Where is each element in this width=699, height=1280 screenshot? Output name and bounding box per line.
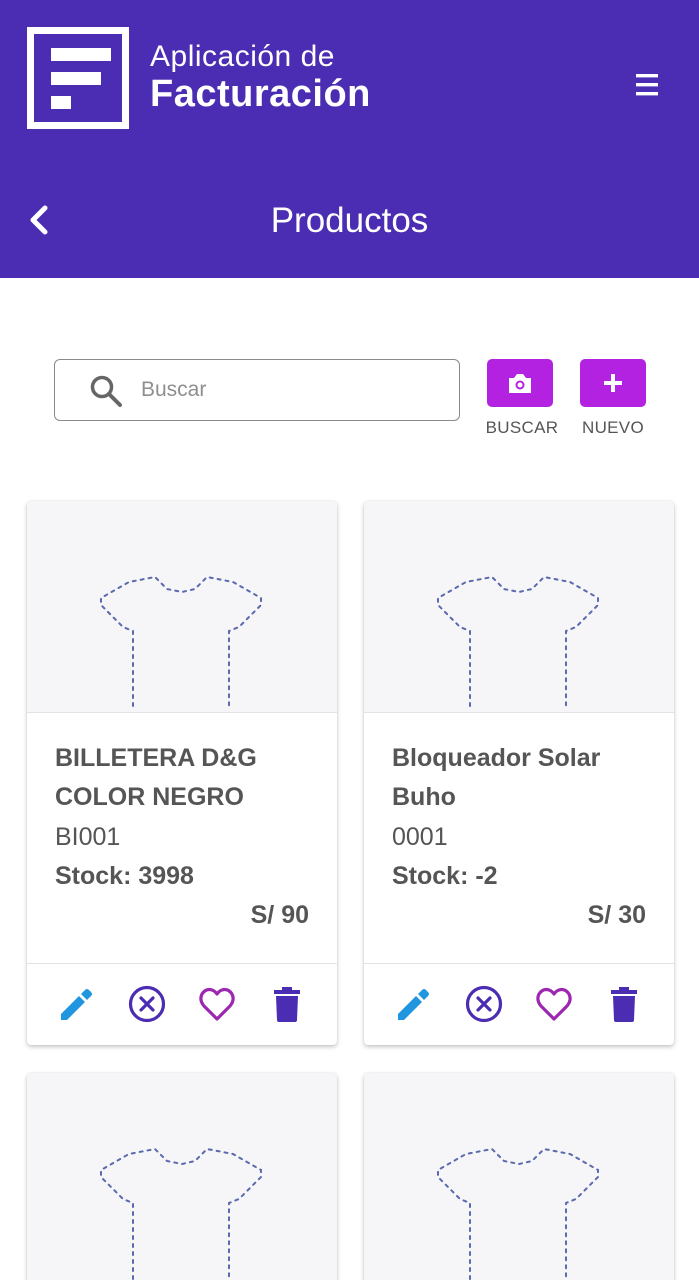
delete-icon [611, 987, 637, 1022]
edit-button[interactable] [57, 984, 97, 1024]
app-name-line2: Facturación [150, 73, 371, 115]
hamburger-menu-button[interactable] [630, 70, 664, 100]
delete-icon [274, 987, 300, 1022]
delete-button[interactable] [267, 984, 307, 1024]
app-name: Aplicación de Facturación [150, 40, 371, 114]
product-price: S/ 90 [250, 901, 309, 929]
new-product-button[interactable] [580, 359, 646, 407]
app-logo [27, 27, 129, 129]
product-image-placeholder [27, 501, 337, 713]
menu-icon [636, 74, 658, 96]
product-code: 0001 [392, 823, 448, 851]
shirt-placeholder-icon [437, 575, 599, 707]
product-image-placeholder [364, 501, 674, 713]
disable-button[interactable] [464, 984, 504, 1024]
delete-button[interactable] [604, 984, 644, 1024]
disable-button[interactable] [127, 984, 167, 1024]
card-actions [364, 963, 674, 1045]
product-card[interactable] [27, 1073, 337, 1280]
product-stock: Stock: 3998 [55, 862, 194, 890]
edit-button[interactable] [394, 984, 434, 1024]
search-icon [90, 375, 122, 407]
edit-icon [61, 989, 92, 1020]
plus-icon [604, 374, 622, 392]
camera-icon [509, 374, 531, 393]
edit-icon [398, 989, 429, 1020]
product-card[interactable]: Bloqueador Solar Buho 0001 Stock: -2 S/ … [364, 501, 674, 1045]
app-name-line1: Aplicación de [150, 40, 335, 73]
product-name: Bloqueador Solar Buho [392, 744, 601, 811]
shirt-placeholder-icon [437, 1147, 599, 1280]
product-stock: Stock: -2 [392, 862, 498, 890]
product-image-placeholder [364, 1073, 674, 1280]
app-header: Aplicación de Facturación Productos [0, 0, 699, 278]
page-title: Productos [270, 201, 429, 240]
product-card[interactable]: BILLETERA D&G COLOR NEGRO BI001 Stock: 3… [27, 501, 337, 1045]
product-name: BILLETERA D&G COLOR NEGRO [55, 744, 257, 811]
favorite-icon [536, 987, 572, 1021]
product-price: S/ 30 [587, 901, 646, 929]
product-code: BI001 [55, 823, 121, 851]
search-input[interactable] [141, 370, 441, 410]
new-product-label: NUEVO [582, 418, 644, 437]
cancel-icon [128, 985, 166, 1023]
card-actions [27, 963, 337, 1045]
product-card[interactable] [364, 1073, 674, 1280]
favorite-button[interactable] [197, 984, 237, 1024]
shirt-placeholder-icon [100, 1147, 262, 1280]
search-field[interactable] [54, 359, 460, 421]
favorite-button[interactable] [534, 984, 574, 1024]
cancel-icon [465, 985, 503, 1023]
shirt-placeholder-icon [100, 575, 262, 707]
camera-search-button[interactable] [487, 359, 553, 407]
product-image-placeholder [27, 1073, 337, 1280]
favorite-icon [199, 987, 235, 1021]
camera-search-label: BUSCAR [485, 418, 559, 437]
